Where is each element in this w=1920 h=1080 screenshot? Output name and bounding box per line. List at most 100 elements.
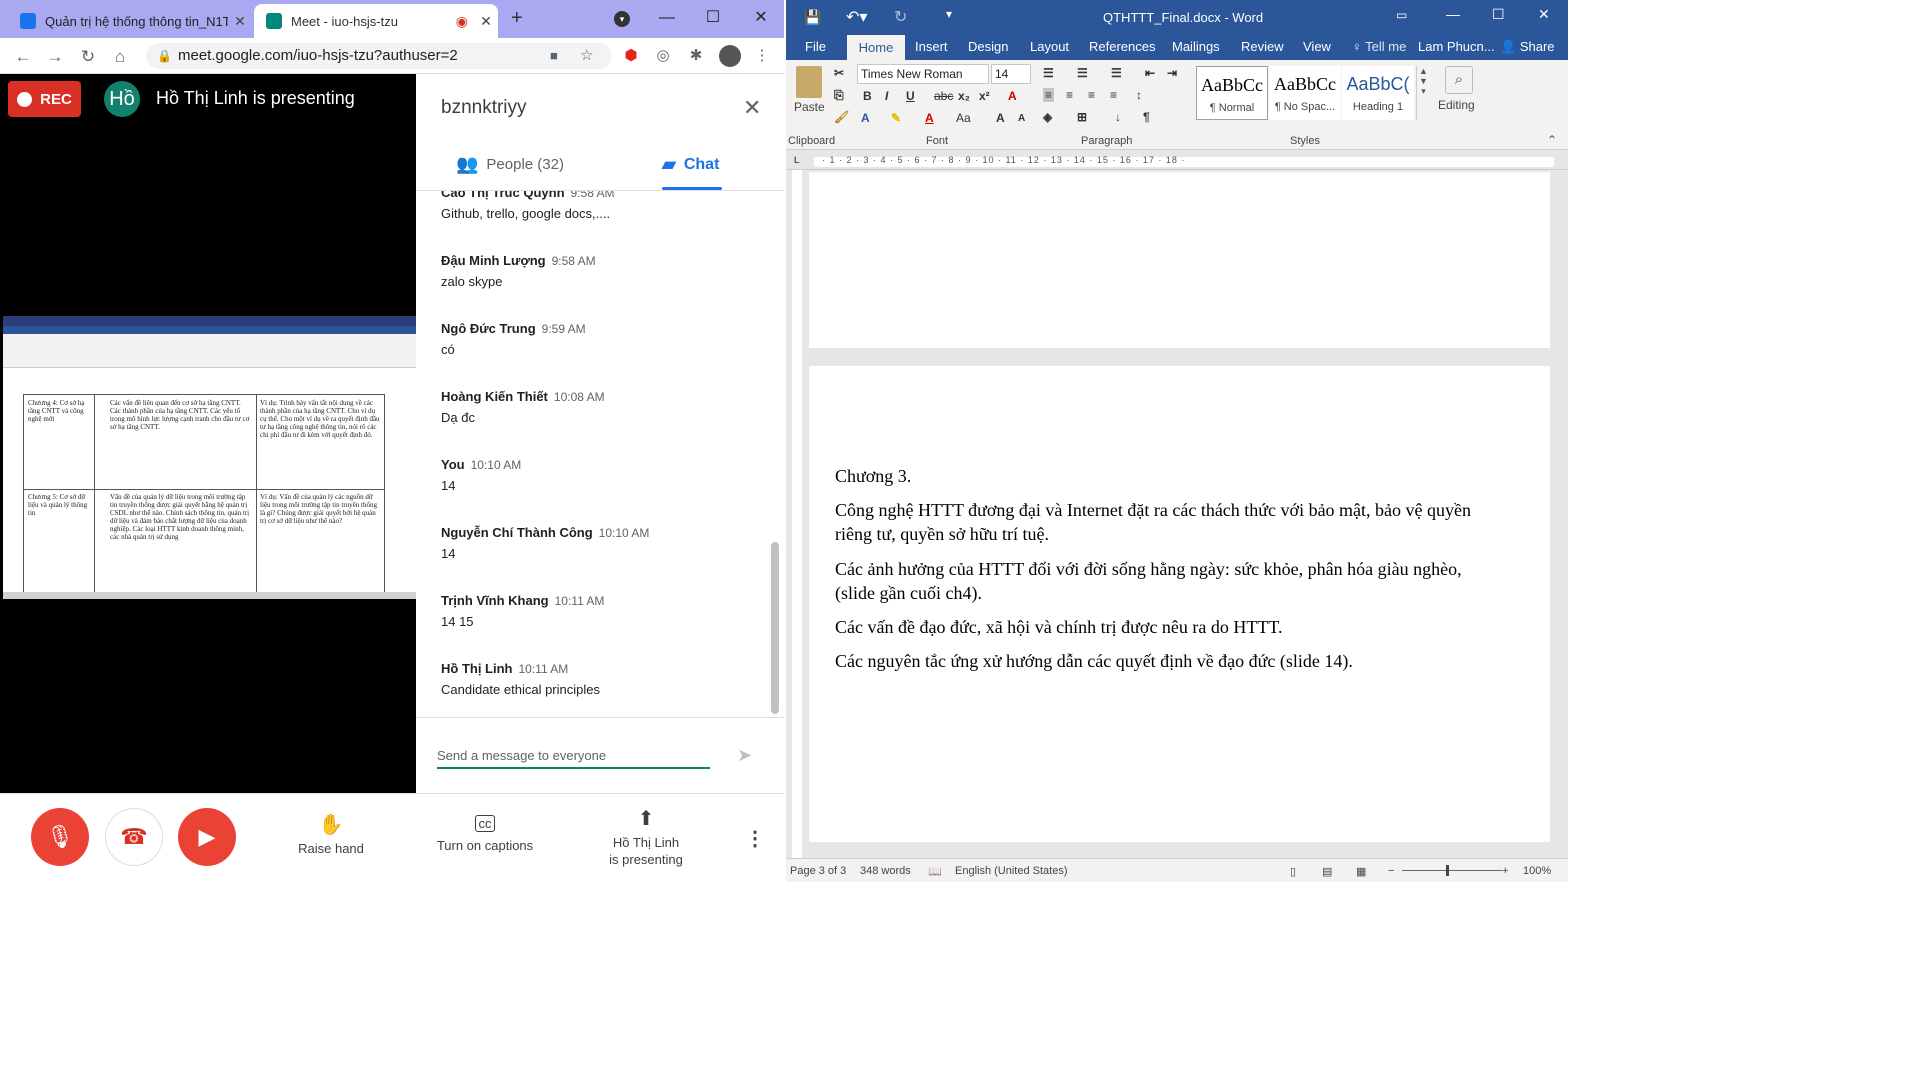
zoom-slider[interactable] — [1402, 870, 1502, 871]
present-now-button[interactable]: ⬆ Hồ Thị Linh is presenting — [596, 806, 696, 867]
numbering-icon[interactable]: ☰ — [1077, 66, 1088, 80]
tab-insert[interactable]: Insert — [915, 39, 948, 54]
save-icon[interactable]: 💾 — [804, 9, 821, 26]
copy-icon[interactable]: ⎘ — [834, 88, 844, 103]
collapse-ribbon-icon[interactable]: ⌃ — [1547, 133, 1557, 147]
redo-icon[interactable]: ↻ — [894, 7, 907, 27]
superscript-icon[interactable]: x² — [979, 89, 990, 103]
language[interactable]: English (United States) — [955, 865, 1068, 877]
browser-tab-course[interactable]: Quản trị hệ thống thông tin_N1T ✕ — [8, 4, 252, 38]
line-spacing-icon[interactable]: ↕ — [1136, 88, 1142, 102]
align-right-icon[interactable]: ≡ — [1088, 88, 1095, 102]
star-icon[interactable]: ☆ — [580, 43, 593, 69]
minimize-icon[interactable]: — — [644, 0, 690, 38]
tab-view[interactable]: View — [1303, 39, 1331, 54]
leave-call-button[interactable]: ☎ — [105, 808, 163, 866]
paste-icon[interactable] — [796, 66, 822, 98]
print-layout-icon[interactable]: ▤ — [1322, 865, 1332, 878]
heading-paragraph[interactable]: Chương 3. — [835, 464, 1485, 488]
maximize-icon[interactable]: ☐ — [1492, 6, 1505, 23]
chat-input[interactable]: Send a message to everyone — [437, 748, 710, 769]
word-count[interactable]: 348 words — [860, 865, 911, 877]
download-extension-icon[interactable]: ◎ — [652, 45, 674, 67]
minimize-icon[interactable]: — — [1446, 6, 1460, 22]
tell-me-search[interactable]: ♀ Tell me — [1352, 39, 1406, 54]
borders-icon[interactable]: ⊞ — [1077, 110, 1087, 124]
paste-button[interactable]: Paste — [794, 100, 825, 114]
sort-icon[interactable]: ↓ — [1115, 110, 1121, 124]
zoom-in-icon[interactable]: + — [1502, 865, 1508, 877]
more-options-icon[interactable]: ⋮ — [745, 826, 765, 851]
styles-scroll-icon[interactable]: ▲ ▼ ▾ — [1416, 66, 1430, 120]
chat-scrollbar[interactable] — [771, 542, 779, 714]
new-tab-icon[interactable]: + — [511, 7, 523, 30]
body-paragraph[interactable]: Công nghệ HTTT đương đại và Internet đặt… — [835, 498, 1485, 546]
clear-formatting-icon[interactable]: A — [1008, 89, 1017, 103]
adblock-icon[interactable]: ⬢ — [620, 45, 642, 67]
subscript-icon[interactable]: x₂ — [958, 89, 970, 103]
align-left-icon[interactable]: ≡ — [1043, 88, 1055, 102]
tab-mailings[interactable]: Mailings — [1172, 39, 1220, 54]
close-panel-icon[interactable]: ✕ — [743, 95, 761, 121]
proofing-icon[interactable]: 📖 — [928, 865, 942, 878]
customize-qat-icon[interactable]: ▾ — [946, 7, 952, 21]
bold-icon[interactable]: B — [863, 89, 872, 103]
increase-indent-icon[interactable]: ⇥ — [1167, 66, 1177, 80]
body-paragraph[interactable]: Các vấn đề đạo đức, xã hội và chính trị … — [835, 615, 1485, 639]
captions-button[interactable]: cc Turn on captions — [425, 815, 545, 853]
body-paragraph[interactable]: Các ảnh hưởng của HTTT đối với đời sống … — [835, 557, 1485, 605]
maximize-icon[interactable]: ☐ — [690, 0, 736, 38]
shrink-font-icon[interactable]: A — [1018, 113, 1025, 124]
share-button[interactable]: 👤 Share — [1500, 39, 1555, 55]
editing-button[interactable]: Editing — [1438, 98, 1475, 112]
mic-off-button[interactable]: 🎙 — [31, 808, 89, 866]
zoom-slider-thumb[interactable] — [1446, 865, 1449, 876]
change-case-icon[interactable]: Aa — [956, 111, 971, 125]
font-name-select[interactable]: Times New Roman — [857, 64, 989, 84]
tab-chat[interactable]: ▰ Chat — [662, 154, 719, 175]
forward-icon[interactable]: → — [44, 46, 66, 68]
undo-icon[interactable]: ↶▾ — [846, 7, 867, 27]
profile-avatar[interactable] — [719, 45, 741, 67]
multilevel-list-icon[interactable]: ☰ — [1111, 66, 1122, 80]
zoom-level[interactable]: 100% — [1523, 865, 1551, 877]
menu-icon[interactable]: ⋮ — [751, 45, 773, 67]
tab-selector-icon[interactable]: L — [794, 155, 800, 165]
close-tab-icon[interactable]: ✕ — [228, 13, 252, 30]
camera-icon[interactable]: ■ — [550, 43, 558, 69]
extensions-icon[interactable]: ✱ — [685, 45, 707, 67]
close-window-icon[interactable]: ✕ — [1538, 6, 1550, 23]
browser-tab-meet[interactable]: Meet - iuo-hsjs-tzu ◉ ✕ — [254, 4, 498, 38]
page-count[interactable]: Page 3 of 3 — [790, 865, 846, 877]
text-effects-icon[interactable]: A — [861, 111, 870, 125]
read-mode-icon[interactable]: ▯ — [1290, 865, 1296, 878]
tab-file[interactable]: File — [805, 39, 826, 54]
close-window-icon[interactable]: ✕ — [738, 0, 784, 38]
address-bar[interactable]: 🔒 meet.google.com/iuo-hsjs-tzu?authuser=… — [146, 43, 612, 69]
tab-review[interactable]: Review — [1241, 39, 1284, 54]
font-size-select[interactable]: 14 — [991, 64, 1031, 84]
tab-search-icon[interactable]: ▾ — [614, 11, 630, 27]
account-name[interactable]: Lam Phucn... — [1418, 39, 1495, 54]
grow-font-icon[interactable]: A — [996, 111, 1005, 125]
cut-icon[interactable]: ✂ — [834, 66, 844, 80]
reload-icon[interactable]: ↻ — [77, 46, 99, 68]
underline-icon[interactable]: U — [906, 89, 915, 103]
home-icon[interactable]: ⌂ — [109, 46, 131, 68]
camera-off-button[interactable]: ▶ — [178, 808, 236, 866]
tab-home[interactable]: Home — [847, 35, 905, 60]
tab-design[interactable]: Design — [968, 39, 1008, 54]
justify-icon[interactable]: ≡ — [1110, 88, 1117, 102]
raise-hand-button[interactable]: ✋ Raise hand — [290, 812, 372, 856]
send-icon[interactable]: ➤ — [737, 745, 752, 766]
back-icon[interactable]: ← — [12, 46, 34, 68]
style-normal[interactable]: AaBbCc ¶ Normal — [1196, 66, 1268, 120]
format-painter-icon[interactable]: 🖌 — [834, 110, 849, 124]
bullets-icon[interactable]: ☰ — [1043, 66, 1054, 80]
highlight-icon[interactable]: ✎ — [891, 111, 901, 125]
find-icon[interactable]: ⌕ — [1445, 66, 1473, 94]
show-formatting-icon[interactable]: ¶ — [1143, 110, 1150, 124]
align-center-icon[interactable]: ≡ — [1066, 88, 1073, 102]
shading-icon[interactable]: ◈ — [1043, 110, 1052, 124]
style-heading-1[interactable]: AaBbC(Heading 1 — [1342, 66, 1414, 120]
